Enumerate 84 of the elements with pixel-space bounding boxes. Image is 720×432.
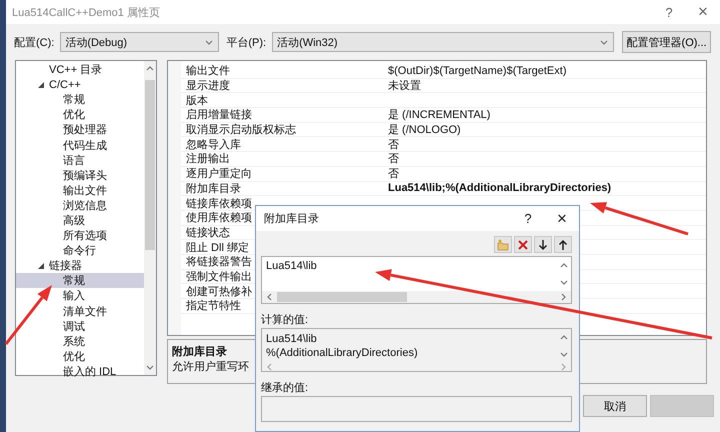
expander-icon <box>38 262 44 269</box>
scroll-right-icon <box>560 363 567 371</box>
delete-button[interactable] <box>514 236 532 253</box>
tree-item[interactable]: 链接器 <box>16 258 144 274</box>
tree-item[interactable]: 调试 <box>16 318 144 334</box>
scroll-left-icon <box>266 363 273 371</box>
platform-dropdown[interactable]: 活动(Win32) <box>272 32 614 52</box>
property-name[interactable]: 版本 <box>181 92 388 108</box>
property-name[interactable]: 附加库目录 <box>181 180 388 196</box>
property-value[interactable]: 是 (/NOLOGO) <box>388 122 461 138</box>
scroll-right-icon <box>560 293 567 301</box>
tree-item[interactable]: 所有选项 <box>16 228 144 244</box>
dropdown-icon <box>600 38 608 46</box>
property-value[interactable]: 未设置 <box>388 78 421 94</box>
tree-item[interactable]: 浏览信息 <box>16 198 144 213</box>
list-entry[interactable]: Lua514\lib <box>266 260 553 272</box>
annotation-arrow <box>4 285 52 345</box>
scroll-down-icon <box>146 364 154 371</box>
tree-item[interactable]: 代码生成 <box>16 137 144 153</box>
property-name[interactable]: 忽略导入库 <box>181 136 388 152</box>
description-text: 允许用户重写环 <box>172 360 249 374</box>
property-name[interactable]: 取消显示启动版权标志 <box>181 122 388 138</box>
config-label: 配置(C): <box>14 36 54 50</box>
section-label: 继承的值: <box>261 381 310 394</box>
scroll-thumb[interactable] <box>277 292 407 302</box>
config-manager-button[interactable]: 配置管理器(O)... <box>622 31 712 53</box>
tree-item[interactable]: 预编译头 <box>16 168 144 183</box>
cancel-button[interactable]: 取消 <box>583 395 647 417</box>
tree-item[interactable]: 清单文件 <box>16 304 144 319</box>
tree-item[interactable]: 嵌入的 IDL <box>16 364 144 379</box>
property-name[interactable]: 逐用户重定向 <box>181 166 388 182</box>
property-name[interactable]: 启用增量链接 <box>181 107 388 122</box>
window-title: Lua514CallC++Demo1 属性页 <box>12 6 160 20</box>
tree-item[interactable]: C/C++ <box>16 77 144 92</box>
computed-value: Lua514\lib <box>266 332 318 346</box>
tree-item[interactable]: 语言 <box>16 152 144 168</box>
tree-item[interactable]: 预处理器 <box>16 122 144 138</box>
property-value[interactable]: 否 <box>388 136 399 152</box>
tree-item[interactable]: 输出文件 <box>16 182 144 198</box>
scroll-down-icon <box>560 351 568 358</box>
help-button[interactable]: ? <box>652 4 686 20</box>
tree-item[interactable]: 命令行 <box>16 243 144 258</box>
section-label: 计算的值: <box>261 313 310 326</box>
property-name[interactable]: 注册输出 <box>181 151 388 166</box>
down-arrow-icon <box>537 238 549 250</box>
dropdown-icon <box>205 38 214 46</box>
tree-item[interactable]: 优化 <box>16 107 144 122</box>
property-value[interactable]: 否 <box>388 166 399 182</box>
config-dropdown[interactable]: 活动(Debug) <box>60 32 220 52</box>
property-name[interactable]: 显示进度 <box>181 78 388 94</box>
tree-item[interactable]: VC++ 目录 <box>16 62 144 78</box>
property-value[interactable]: Lua514\lib;%(AdditionalLibraryDirectories) <box>388 182 612 194</box>
scroll-thumb[interactable] <box>145 80 155 250</box>
tree-item[interactable]: 系统 <box>16 334 144 349</box>
new-folder-button[interactable] <box>494 236 512 253</box>
tree-item[interactable]: 常规 <box>16 92 144 108</box>
scroll-up-icon <box>560 262 568 269</box>
property-value[interactable]: $(OutDir)$(TargetName)$(TargetExt) <box>388 64 566 77</box>
down-arrow-button[interactable] <box>534 236 552 253</box>
scroll-up-icon <box>560 334 568 341</box>
scroll-left-icon <box>266 293 273 301</box>
up-arrow-icon <box>557 238 569 250</box>
directory-list[interactable]: Lua514\lib <box>261 256 572 304</box>
tree-item[interactable]: 常规 <box>16 273 144 288</box>
scrollbar[interactable] <box>144 61 156 375</box>
close-button[interactable]: × <box>686 2 720 22</box>
expander-icon <box>38 82 44 88</box>
property-value[interactable]: 否 <box>388 151 399 166</box>
description-title: 附加库目录 <box>172 344 227 359</box>
dialog-title: 附加库目录 <box>264 212 319 226</box>
scroll-down-icon <box>560 279 568 286</box>
computed-value: %(AdditionalLibraryDirectories) <box>266 346 419 360</box>
new-folder-icon <box>497 238 509 250</box>
property-value[interactable]: 是 (/INCREMENTAL) <box>388 107 490 122</box>
platform-label: 平台(P): <box>226 36 266 50</box>
scroll-up-icon <box>146 65 154 72</box>
help-button[interactable]: ? <box>511 211 545 226</box>
property-name[interactable]: 输出文件 <box>181 63 388 78</box>
close-button[interactable]: × <box>545 208 579 228</box>
tree-item[interactable]: 优化 <box>16 348 144 364</box>
tree-item[interactable]: 高级 <box>16 212 144 228</box>
delete-icon <box>517 238 529 250</box>
up-arrow-button[interactable] <box>554 236 572 253</box>
tree-item[interactable]: 输入 <box>16 288 144 304</box>
